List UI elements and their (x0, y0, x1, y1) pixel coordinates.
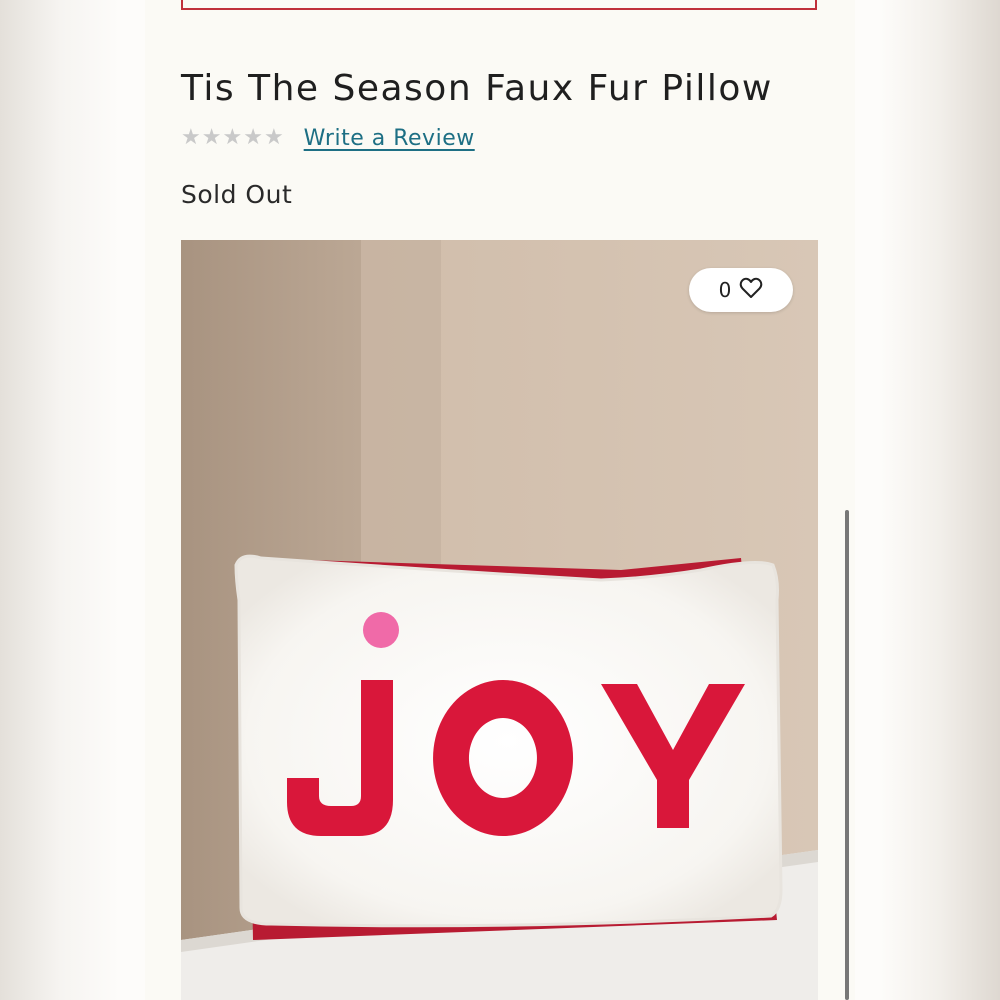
product-title: Tis The Season Faux Fur Pillow (181, 68, 773, 109)
favorite-count: 0 (718, 278, 732, 302)
star-icon: ★ (222, 125, 243, 150)
product-image[interactable]: 0 (181, 240, 818, 1000)
scrollbar[interactable] (845, 510, 849, 1000)
star-icon: ★ (243, 125, 263, 150)
product-page: Tis The Season Faux Fur Pillow ★ ★ ★ ★ ★… (145, 0, 855, 1000)
promo-banner-box[interactable] (181, 0, 817, 10)
availability-status: Sold Out (181, 180, 293, 209)
star-icon: ★ (181, 125, 201, 150)
favorite-button[interactable]: 0 (689, 268, 793, 312)
star-icon: ★ (263, 125, 284, 150)
heart-outline-icon (739, 277, 763, 304)
rating-row: ★ ★ ★ ★ ★ Write a Review (181, 122, 475, 154)
star-rating: ★ ★ ★ ★ ★ (181, 127, 284, 149)
star-icon: ★ (201, 125, 222, 150)
write-review-link[interactable]: Write a Review (304, 126, 475, 151)
pillow-photo (181, 240, 818, 1000)
